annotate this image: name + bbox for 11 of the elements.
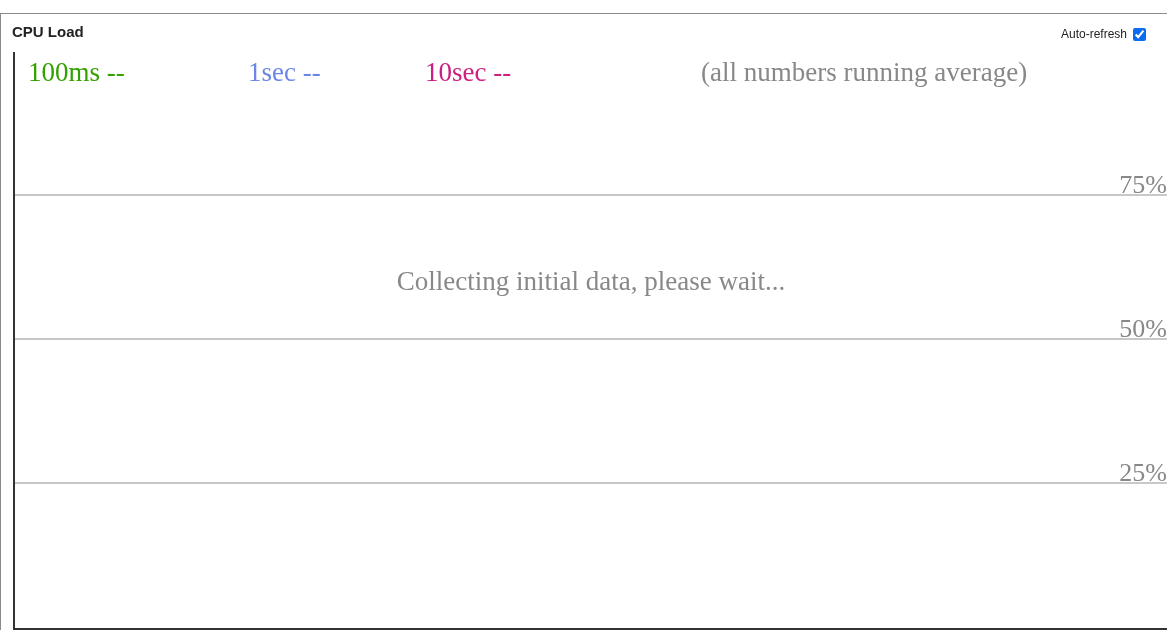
auto-refresh-checkbox[interactable] — [1133, 27, 1146, 41]
legend-label: 100ms -- — [28, 55, 126, 89]
auto-refresh-label: Auto-refresh — [1060, 27, 1127, 42]
y-axis-label: 75% — [1119, 171, 1167, 198]
status-message: Collecting initial data, please wait... — [395, 265, 787, 297]
y-axis-label: 50% — [1119, 315, 1167, 342]
y-axis-label: 25% — [1119, 459, 1167, 486]
legend-label: 10sec -- — [425, 55, 513, 89]
panel-title: CPU Load — [12, 23, 84, 41]
legend-label: 1sec -- — [248, 55, 322, 89]
legend-note: (all numbers running average) — [701, 55, 1028, 89]
